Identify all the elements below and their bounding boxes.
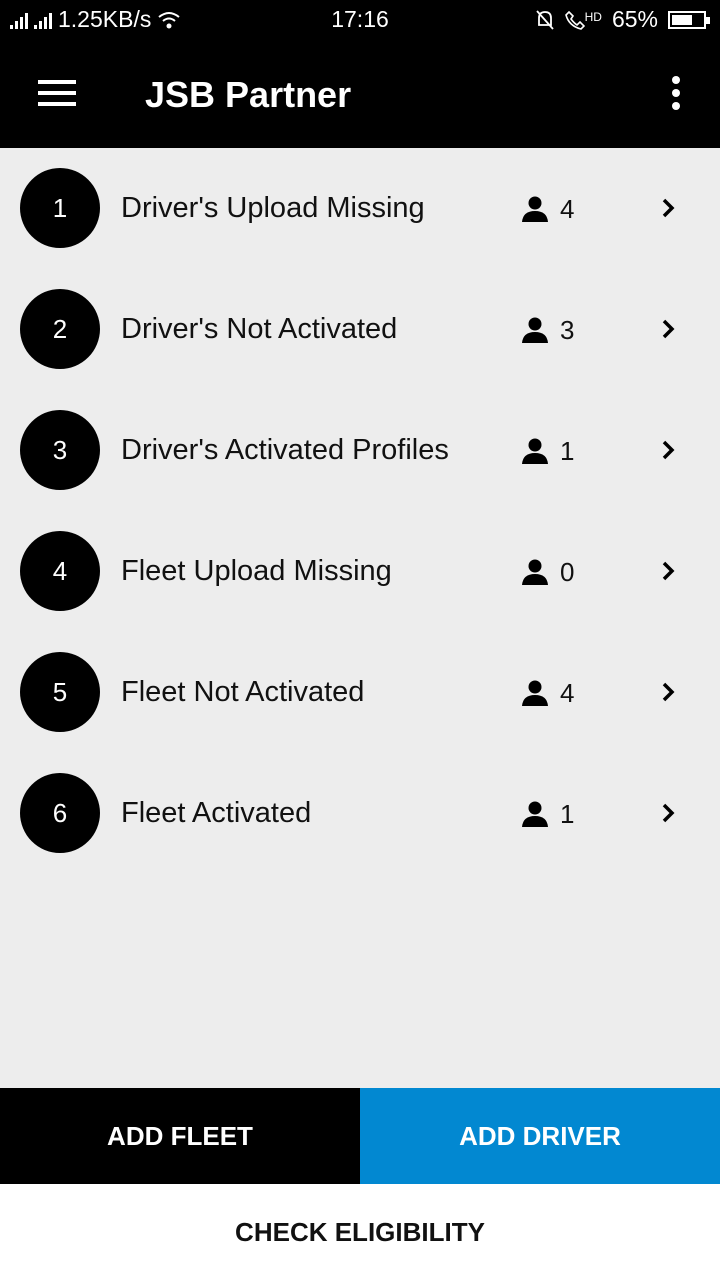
person-icon xyxy=(522,196,548,222)
battery-percent: 65% xyxy=(611,6,658,32)
list-item-label: Fleet Activated xyxy=(121,797,312,829)
chevron-right-icon xyxy=(662,561,675,581)
hamburger-menu-icon[interactable] xyxy=(38,78,76,108)
item-count: 1 xyxy=(560,436,575,466)
list-item-label: Driver's Not Activated xyxy=(121,313,398,345)
status-bar: 1.25KB/s 17:16 HD 65% xyxy=(0,0,720,38)
list-item-label: Fleet Upload Missing xyxy=(121,555,392,587)
item-count: 0 xyxy=(560,557,575,587)
number-badge: 1 xyxy=(20,168,100,248)
number-badge: 2 xyxy=(20,289,100,369)
list-item[interactable]: 4 Fleet Upload Missing 0 xyxy=(0,511,720,632)
bell-muted-icon xyxy=(535,9,554,30)
app-bar: JSB Partner xyxy=(0,38,720,148)
battery-icon xyxy=(668,10,710,29)
list-item-label: Fleet Not Activated xyxy=(121,676,365,708)
item-count: 3 xyxy=(560,315,575,345)
action-buttons: ADD FLEET ADD DRIVER xyxy=(0,1088,720,1184)
number-badge: 5 xyxy=(20,652,100,732)
add-fleet-button[interactable]: ADD FLEET xyxy=(0,1088,360,1184)
list-item[interactable]: 5 Fleet Not Activated 4 xyxy=(0,632,720,753)
item-count: 1 xyxy=(560,799,575,829)
person-icon xyxy=(522,317,548,343)
add-driver-button[interactable]: ADD DRIVER xyxy=(360,1088,720,1184)
person-icon xyxy=(522,438,548,464)
number-badge: 3 xyxy=(20,410,100,490)
number-badge: 4 xyxy=(20,531,100,611)
hd-call-icon: HD xyxy=(564,10,602,30)
list-item-label: Driver's Activated Profiles xyxy=(121,434,449,466)
list-item[interactable]: 2 Driver's Not Activated 3 xyxy=(0,269,720,390)
page-title: JSB Partner xyxy=(145,74,352,115)
list-item[interactable]: 3 Driver's Activated Profiles 1 xyxy=(0,390,720,511)
chevron-right-icon xyxy=(662,803,675,823)
chevron-right-icon xyxy=(662,198,675,218)
person-icon xyxy=(522,680,548,706)
chevron-right-icon xyxy=(662,440,675,460)
number-badge: 6 xyxy=(20,773,100,853)
check-eligibility-button[interactable]: CHECK ELIGIBILITY xyxy=(0,1184,720,1280)
list-item[interactable]: 1 Driver's Upload Missing 4 xyxy=(0,148,720,269)
list-item-label: Driver's Upload Missing xyxy=(121,192,425,224)
person-icon xyxy=(522,801,548,827)
list-item[interactable]: 6 Fleet Activated 1 xyxy=(0,753,720,874)
item-count: 4 xyxy=(560,194,575,224)
chevron-right-icon xyxy=(662,682,675,702)
more-vertical-icon[interactable] xyxy=(664,74,688,114)
chevron-right-icon xyxy=(662,319,675,339)
item-count: 4 xyxy=(560,678,575,708)
status-list: 1 Driver's Upload Missing 4 2 Driver's N… xyxy=(0,148,720,874)
person-icon xyxy=(522,559,548,585)
status-right: HD 65% xyxy=(535,6,710,33)
